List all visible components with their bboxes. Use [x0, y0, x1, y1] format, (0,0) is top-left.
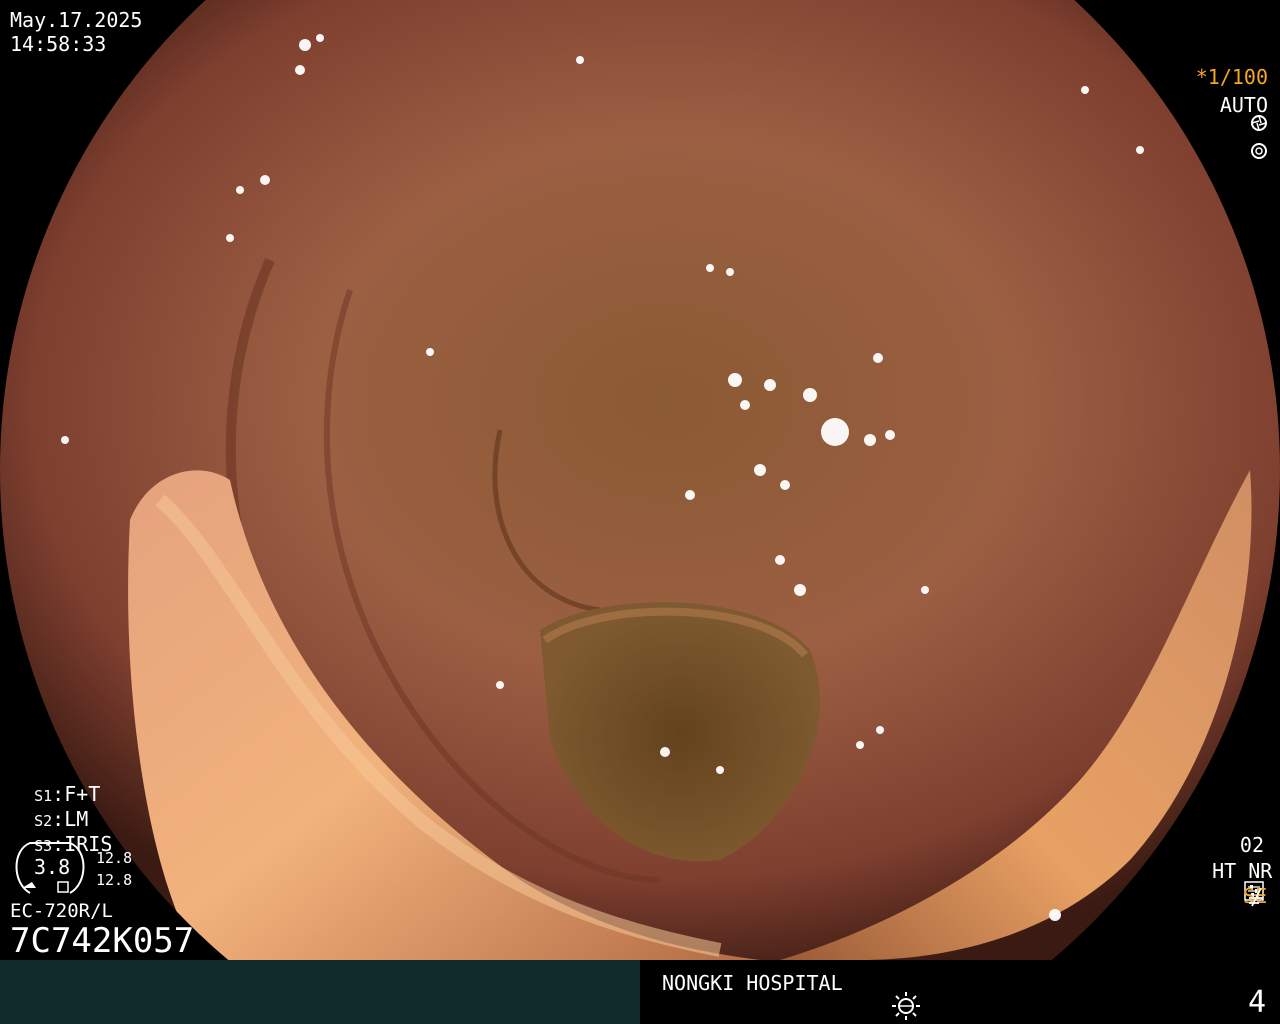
iris-icon — [1202, 117, 1268, 189]
iris-mode-value: AUTO — [1219, 93, 1268, 117]
zoom-gauge: 3.8 — [10, 838, 90, 898]
scope-model: EC-720R/L — [10, 900, 113, 922]
serial-number: 7C742K057 — [10, 921, 195, 961]
hospital-name: NONGKI HOSPITAL — [662, 971, 843, 995]
zoom-upper: 12.8 — [96, 849, 133, 867]
bottom-left-panel — [0, 960, 640, 1024]
image-index: 4 — [1247, 985, 1266, 1020]
freeze-icon — [1246, 886, 1266, 912]
endoscopy-image — [0, 0, 1280, 960]
zoom-lower: 12.8 — [96, 871, 133, 889]
brightness-icon — [890, 990, 922, 1024]
iris-mode: AUTO — [1178, 69, 1268, 189]
time-label: 14:58:33 — [10, 32, 107, 56]
zoom-value: 3.8 — [34, 855, 71, 879]
date-label: May.17.2025 — [10, 8, 143, 32]
